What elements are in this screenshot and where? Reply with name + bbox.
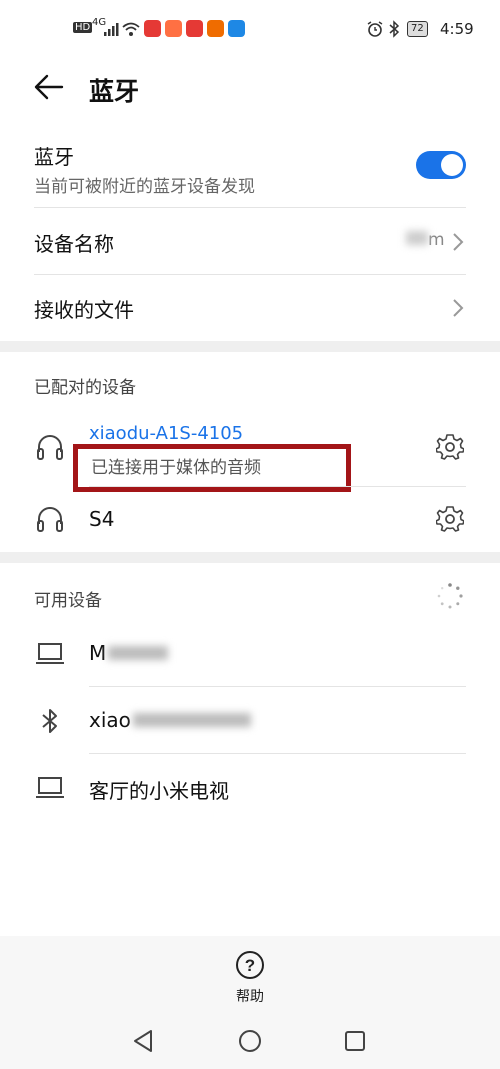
- switch-knob: [441, 154, 463, 176]
- paired-device-row[interactable]: S4: [0, 487, 500, 551]
- alarm-icon: [367, 21, 383, 37]
- battery-level: 72: [411, 23, 424, 34]
- laptop-icon: [36, 777, 64, 798]
- page-title: 蓝牙: [89, 77, 140, 106]
- headphones-icon: [37, 435, 63, 460]
- available-device-row[interactable]: M: [0, 620, 500, 686]
- headphones-icon: [37, 507, 63, 532]
- settings-gear-icon[interactable]: [436, 433, 464, 461]
- clock: 4:59: [440, 20, 474, 38]
- app-icon-4: [207, 20, 224, 37]
- status-bar: HD 4G 72 4:59: [0, 0, 500, 58]
- received-files-row[interactable]: 接收的文件: [0, 275, 500, 341]
- device-name-row[interactable]: 设备名称 m: [0, 208, 500, 274]
- paired-device-name: S4: [89, 507, 115, 531]
- battery-icon: 72: [407, 21, 428, 37]
- laptop-icon: [36, 643, 64, 664]
- bluetooth-label: 蓝牙: [34, 145, 74, 169]
- highlight-annotation: [73, 444, 351, 492]
- bluetooth-status-icon: [389, 20, 400, 38]
- hd-badge: HD: [73, 22, 93, 33]
- paired-device-name: xiaodu-A1S-4105: [89, 423, 244, 444]
- help-icon: ?: [236, 951, 264, 979]
- available-device-row[interactable]: xiao: [0, 687, 500, 753]
- help-label: 帮助: [236, 989, 264, 1005]
- signal-icon: [104, 23, 119, 36]
- bluetooth-toggle-row[interactable]: 蓝牙 当前可被附近的蓝牙设备发现: [0, 132, 500, 206]
- received-files-label: 接收的文件: [34, 298, 134, 322]
- wifi-icon: [122, 22, 140, 36]
- section-separator: [0, 341, 500, 352]
- available-device-name: M: [89, 641, 169, 665]
- settings-gear-icon[interactable]: [436, 505, 464, 533]
- device-name-label: 设备名称: [34, 232, 114, 256]
- available-section-title: 可用设备: [34, 591, 102, 611]
- nav-recents-icon[interactable]: [344, 1030, 366, 1052]
- bottom-bar: ? 帮助: [0, 936, 500, 1069]
- nav-back-icon[interactable]: [132, 1029, 154, 1053]
- chevron-right-icon: [453, 299, 464, 317]
- device-name-value: m: [406, 230, 445, 250]
- available-device-row[interactable]: 客厅的小米电视: [0, 754, 500, 820]
- app-icon-2: [165, 20, 182, 37]
- bluetooth-switch[interactable]: [416, 151, 466, 179]
- app-icon-1: [144, 20, 161, 37]
- chevron-right-icon: [453, 233, 464, 251]
- bluetooth-icon: [42, 709, 57, 733]
- nav-home-icon[interactable]: [238, 1029, 262, 1053]
- section-separator: [0, 552, 500, 563]
- available-device-name: 客厅的小米电视: [89, 779, 229, 803]
- available-device-name: xiao: [89, 708, 251, 732]
- bluetooth-subtitle: 当前可被附近的蓝牙设备发现: [34, 177, 255, 197]
- app-icon-3: [186, 20, 203, 37]
- loading-spinner-icon: [437, 583, 463, 609]
- svg-text:?: ?: [245, 956, 255, 975]
- app-icon-5: [228, 20, 245, 37]
- paired-section-title: 已配对的设备: [34, 378, 136, 398]
- back-arrow-icon[interactable]: [34, 74, 64, 100]
- help-button[interactable]: ? 帮助: [225, 948, 275, 1008]
